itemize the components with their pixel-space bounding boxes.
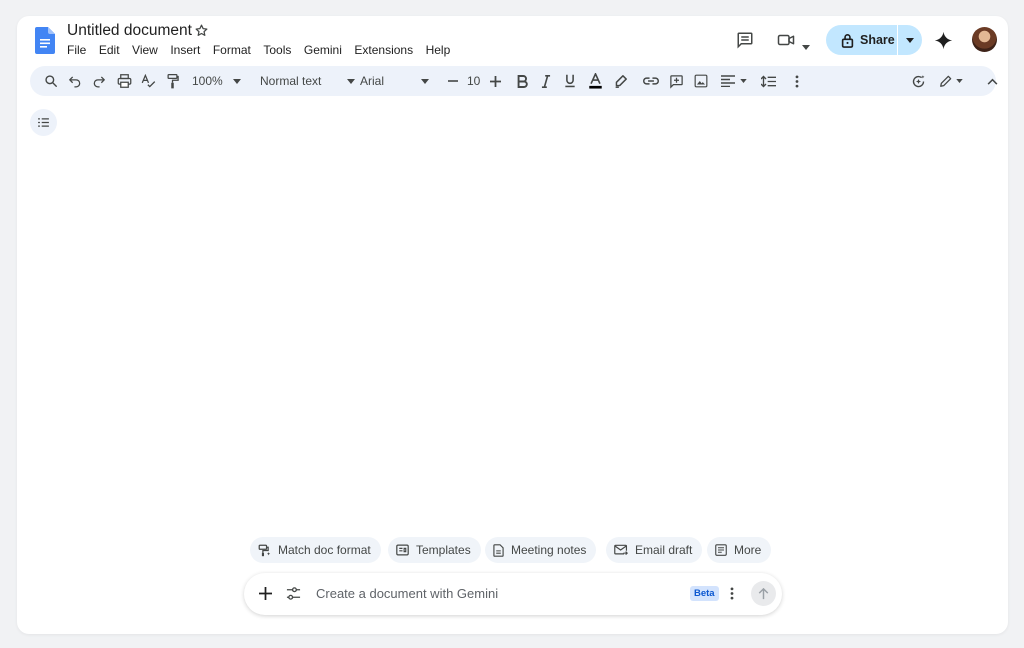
chip-label: More <box>734 543 762 557</box>
share-button-group: Share <box>826 25 922 55</box>
document-title[interactable]: Untitled document <box>67 22 192 40</box>
italic-icon[interactable] <box>539 66 553 96</box>
spellcheck-icon[interactable] <box>140 66 156 96</box>
print-icon[interactable] <box>116 66 132 96</box>
bold-icon[interactable] <box>515 66 529 96</box>
highlight-icon[interactable] <box>613 66 627 96</box>
docs-logo-icon[interactable] <box>35 27 55 54</box>
link-icon[interactable] <box>643 66 659 96</box>
menu-file[interactable]: File <box>67 43 86 57</box>
share-button[interactable]: Share <box>826 25 897 55</box>
menu-tools[interactable]: Tools <box>263 43 291 57</box>
menu-view[interactable]: View <box>132 43 158 57</box>
menu-help[interactable]: Help <box>426 43 451 57</box>
menu-format[interactable]: Format <box>213 43 251 57</box>
gemini-prompt-bar: Create a document with Gemini Beta <box>244 573 782 615</box>
menu-bar: File Edit View Insert Format Tools Gemin… <box>67 43 463 57</box>
send-button[interactable] <box>751 581 776 606</box>
docs-window: Untitled document File Edit View Insert … <box>17 16 1008 634</box>
underline-icon[interactable] <box>563 66 577 96</box>
text-color-icon[interactable] <box>588 66 602 96</box>
undo-icon[interactable] <box>67 66 83 96</box>
gemini-input[interactable]: Create a document with Gemini <box>316 586 498 601</box>
search-icon[interactable] <box>43 66 59 96</box>
avatar[interactable] <box>972 27 997 52</box>
document-icon <box>493 543 504 557</box>
zoom-dropdown-icon[interactable] <box>232 66 242 96</box>
settings-sliders-icon[interactable] <box>286 586 301 606</box>
formatting-toolbar: 100% Normal text Arial 10 <box>30 66 999 96</box>
style-dropdown-icon[interactable] <box>346 66 356 96</box>
match-format-icon <box>258 544 271 556</box>
menu-extensions[interactable]: Extensions <box>354 43 413 57</box>
lock-icon <box>841 33 854 48</box>
gemini-refine-icon[interactable] <box>910 66 926 96</box>
chip-label: Templates <box>416 543 471 557</box>
share-label: Share <box>860 33 895 47</box>
chip-more[interactable]: More <box>707 537 772 563</box>
editing-mode-dropdown-icon[interactable] <box>954 66 964 96</box>
video-call-icon[interactable] <box>777 32 795 53</box>
more-vert-icon[interactable] <box>730 587 734 605</box>
decrease-font-size-icon[interactable] <box>446 66 460 96</box>
menu-gemini[interactable]: Gemini <box>304 43 342 57</box>
video-call-dropdown-icon[interactable] <box>802 37 810 55</box>
image-icon[interactable] <box>693 66 709 96</box>
comment-icon[interactable] <box>736 31 754 54</box>
beta-badge: Beta <box>690 586 719 601</box>
more-vert-icon[interactable] <box>792 66 802 96</box>
chip-templates[interactable]: Templates <box>388 537 481 563</box>
add-comment-icon[interactable] <box>668 66 684 96</box>
zoom-value[interactable]: 100% <box>192 66 223 96</box>
redo-icon[interactable] <box>91 66 107 96</box>
chevron-down-icon <box>906 37 914 43</box>
chip-meeting-notes[interactable]: Meeting notes <box>485 537 597 563</box>
align-icon[interactable] <box>720 66 736 96</box>
paragraph-style-select[interactable]: Normal text <box>260 66 321 96</box>
editing-mode-icon[interactable] <box>938 66 954 96</box>
chip-label: Meeting notes <box>511 543 587 557</box>
font-dropdown-icon[interactable] <box>420 66 430 96</box>
font-select[interactable]: Arial <box>360 66 384 96</box>
collapse-icon[interactable] <box>985 66 999 96</box>
chip-label: Match doc format <box>278 543 371 557</box>
outline-icon[interactable] <box>30 109 57 136</box>
align-dropdown-icon[interactable] <box>738 66 748 96</box>
chip-label: Email draft <box>635 543 693 557</box>
share-dropdown-button[interactable] <box>898 25 922 55</box>
star-icon[interactable] <box>194 23 209 38</box>
line-spacing-icon[interactable] <box>759 66 777 96</box>
font-size-value[interactable]: 10 <box>467 66 480 96</box>
gemini-sparkle-icon[interactable] <box>934 31 953 55</box>
send-arrow-icon <box>758 587 769 599</box>
menu-insert[interactable]: Insert <box>170 43 200 57</box>
menu-edit[interactable]: Edit <box>99 43 120 57</box>
templates-icon <box>396 544 409 556</box>
plus-icon[interactable] <box>259 587 272 605</box>
increase-font-size-icon[interactable] <box>488 66 502 96</box>
chip-match-doc-format[interactable]: Match doc format <box>250 537 381 563</box>
paint-format-icon[interactable] <box>164 66 180 96</box>
more-options-icon <box>715 544 727 556</box>
chip-email-draft[interactable]: Email draft <box>606 537 703 563</box>
email-icon <box>614 544 628 556</box>
